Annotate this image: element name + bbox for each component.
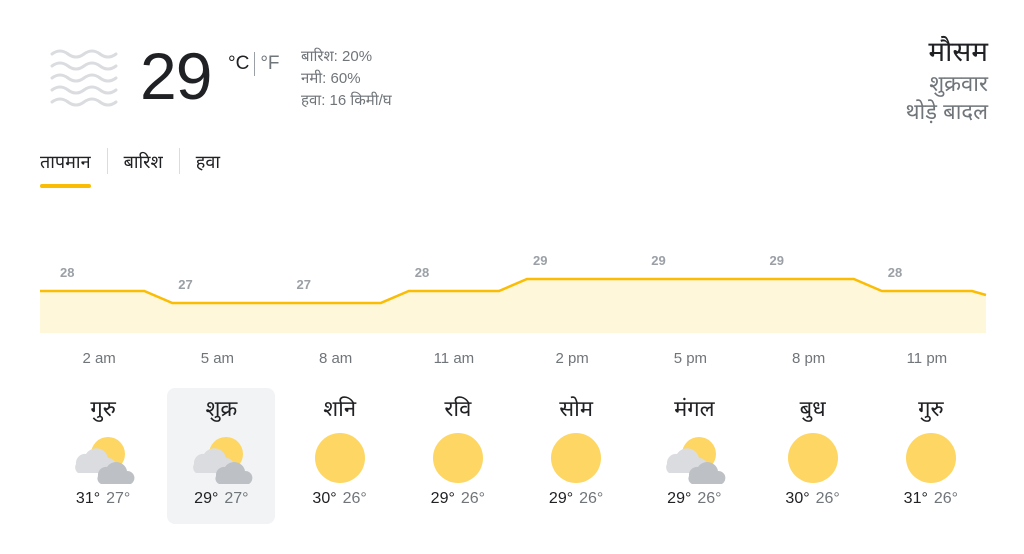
hour-label: 11 pm <box>906 350 948 367</box>
sunny-icon <box>787 433 838 483</box>
high-temp: 29° <box>430 490 455 507</box>
sunny-icon <box>905 433 956 483</box>
hour-label: 8 am <box>318 350 353 367</box>
hour-axis: 2 am 5 am 8 am 11 am 2 pm 5 pm 8 pm 11 pm <box>0 350 1024 374</box>
daily-forecast: गुरु 31° 27° शुक्र 29° 27° शनि 30° 26° रवि 29° 26… <box>40 388 990 524</box>
tab-wind[interactable]: हवा <box>196 146 220 188</box>
tab-divider <box>178 148 180 174</box>
temperature-data-label: 29 <box>770 255 784 268</box>
day-temps: 30° 26° <box>759 490 867 508</box>
low-temp: 26° <box>460 490 486 507</box>
low-temp: 26° <box>579 490 604 507</box>
day-name: सोम <box>559 396 593 421</box>
day-temps: 29° 26° <box>522 490 630 508</box>
metric-tabs: तापमान बारिश हवा <box>40 146 220 188</box>
temperature-data-label: 28 <box>888 265 902 280</box>
high-temp: 31° <box>75 490 101 507</box>
high-temp: 29° <box>667 490 692 507</box>
hour-label: 2 am <box>82 350 116 367</box>
current-day: शुक्रवार <box>929 71 988 96</box>
partly-cloudy-icon <box>75 437 135 484</box>
day-name: शनि <box>323 396 357 421</box>
hour-label: 5 pm <box>673 350 708 367</box>
day-temps: 31° 27° <box>49 490 157 508</box>
unit-divider <box>254 52 256 76</box>
low-temp: 26° <box>697 490 722 507</box>
low-temp: 26° <box>815 490 840 507</box>
low-temp: 26° <box>933 490 959 507</box>
low-temp: 27° <box>224 490 249 507</box>
hour-label: 11 am <box>433 350 475 367</box>
unit-toggle: °C °F <box>228 52 280 76</box>
temperature-data-label: 29 <box>651 255 665 268</box>
humidity: नमी: 60% <box>301 70 361 87</box>
hour-label: 8 pm <box>791 350 826 367</box>
day-temps: 29° 27° <box>167 490 275 508</box>
temperature-data-label: 27 <box>178 277 192 292</box>
unit-fahrenheit-button[interactable]: °F <box>260 53 279 75</box>
sunny-icon <box>551 433 602 483</box>
temperature-data-label: 27 <box>297 277 311 292</box>
high-temp: 30° <box>785 490 810 507</box>
current-condition: थोड़े बादल <box>905 99 989 124</box>
day-name: गुरु <box>918 396 944 421</box>
day-name: बुध <box>799 396 826 421</box>
day-name: मंगल <box>674 396 715 421</box>
day-card[interactable]: शनि 30° 26° <box>286 388 394 524</box>
high-temp: 31° <box>903 490 928 507</box>
day-card[interactable]: गुरु 31° 26° <box>877 388 985 524</box>
sunny-icon <box>314 433 365 483</box>
location-header: मौसम शुक्रवार थोड़े बादल <box>906 34 989 126</box>
day-card[interactable]: मंगल 29° 26° <box>640 388 748 524</box>
temperature-data-label: 28 <box>60 265 74 280</box>
haze-icon <box>50 49 118 107</box>
day-temps: 29° 26° <box>640 490 748 508</box>
day-name: शुक्र <box>205 396 238 421</box>
day-temps: 31° 26° <box>877 490 985 508</box>
day-card[interactable]: सोम 29° 26° <box>522 388 630 524</box>
rain-chance: बारिश: 20% <box>301 48 373 65</box>
low-temp: 27° <box>106 490 131 507</box>
tab-temperature[interactable]: तापमान <box>40 146 91 188</box>
tab-divider <box>106 148 108 174</box>
day-card[interactable]: शुक्र 29° 27° <box>167 388 276 524</box>
unit-celsius-button[interactable]: °C <box>228 53 249 75</box>
high-temp: 30° <box>312 490 337 507</box>
partly-cloudy-icon <box>193 437 253 484</box>
sunny-icon <box>432 433 483 483</box>
low-temp: 26° <box>342 490 367 507</box>
hour-label: 2 pm <box>555 350 589 367</box>
day-temps: 30° 26° <box>286 490 394 508</box>
day-card[interactable]: बुध 30° 26° <box>759 388 867 524</box>
current-details: बारिश: 20% नमी: 60% हवा: 16 किमी/घ <box>301 46 392 112</box>
hour-label: 5 am <box>200 350 235 367</box>
temperature-data-label: 29 <box>533 255 547 268</box>
tab-rain[interactable]: बारिश <box>124 146 163 188</box>
day-name: रवि <box>444 396 472 421</box>
day-temps: 29° 26° <box>404 490 512 508</box>
temperature-chart: 28 27 27 28 29 29 29 28 <box>40 255 987 333</box>
weather-title: मौसम <box>928 36 988 67</box>
high-temp: 29° <box>194 490 219 507</box>
current-temperature: 29 <box>140 39 212 113</box>
partly-cloudy-icon <box>666 437 726 484</box>
wind-speed: हवा: 16 किमी/घ <box>301 92 392 109</box>
day-card[interactable]: रवि 29° 26° <box>404 388 512 524</box>
high-temp: 29° <box>548 490 574 507</box>
day-card[interactable]: गुरु 31° 27° <box>49 388 157 524</box>
temperature-data-label: 28 <box>415 265 429 280</box>
day-name: गुरु <box>90 396 116 421</box>
